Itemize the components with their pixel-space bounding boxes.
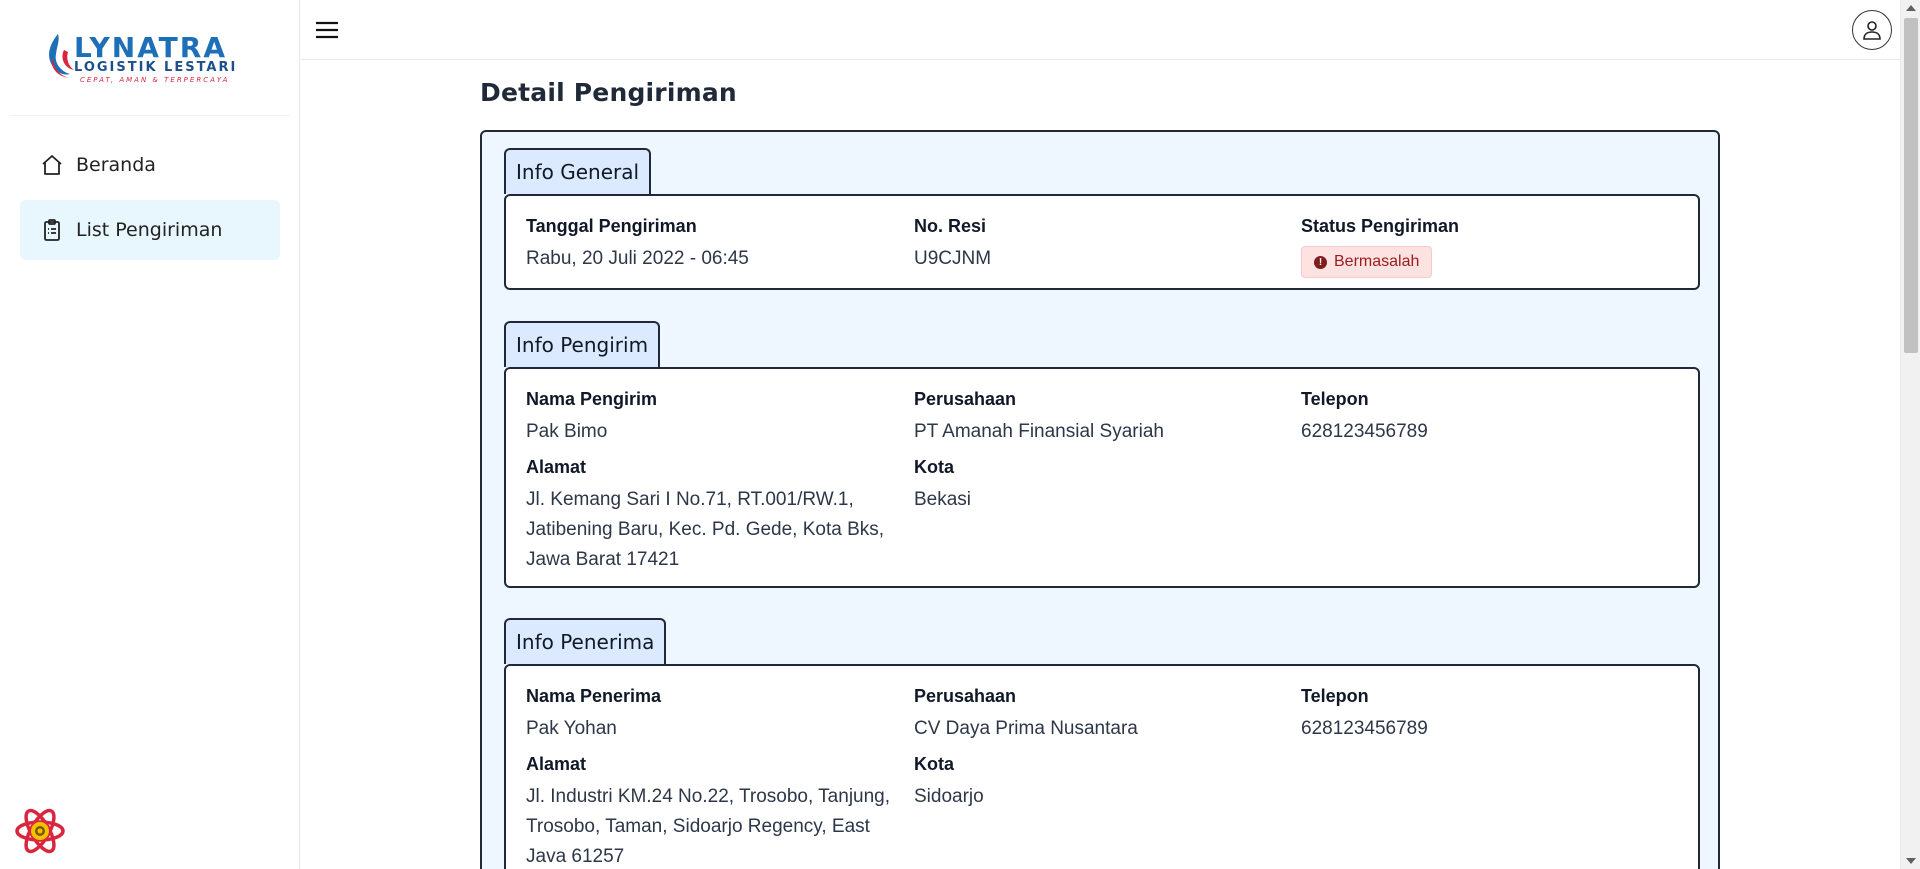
field-label: Nama Pengirim — [526, 389, 658, 409]
field-label: Kota — [914, 754, 954, 774]
react-devtools-icon[interactable] — [14, 805, 66, 857]
brand-name: LYNATRA — [74, 31, 228, 64]
field-label: No. Resi — [914, 216, 987, 236]
hamburger-menu-icon[interactable] — [313, 16, 341, 44]
sidebar-divider — [10, 115, 290, 116]
sidebar-item-list-pengiriman[interactable]: List Pengiriman — [20, 200, 280, 260]
info-general-box: Tanggal Pengiriman Rabu, 20 Juli 2022 - … — [504, 194, 1700, 290]
brand-subtitle: LOGISTIK LESTARI — [74, 60, 238, 75]
alamat-penerima-field: Alamat Jl. Industri KM.24 No.22, Trosobo… — [526, 752, 901, 869]
nama-penerima-field: Nama Penerima Pak Yohan — [526, 684, 661, 744]
field-value: 628123456789 — [1301, 421, 1428, 442]
field-value: Pak Bimo — [526, 421, 608, 442]
sidebar: LYNATRA LOGISTIK LESTARI CEPAT, AMAN & T… — [0, 0, 300, 869]
status-pengiriman-field: Status Pengiriman ! Bermasalah — [1301, 214, 1459, 278]
sidebar-item-label: List Pengiriman — [76, 219, 223, 241]
field-value: CV Daya Prima Nusantara — [914, 718, 1138, 739]
field-value: Sidoarjo — [914, 786, 984, 807]
shipment-detail-card: Info General Tanggal Pengiriman Rabu, 20… — [480, 130, 1720, 869]
field-label: Alamat — [526, 457, 587, 477]
field-value: PT Amanah Finansial Syariah — [914, 421, 1164, 442]
field-value: U9CJNM — [914, 248, 992, 269]
brand-logo[interactable]: LYNATRA LOGISTIK LESTARI CEPAT, AMAN & T… — [44, 28, 264, 88]
kota-pengirim-field: Kota Bekasi — [914, 455, 971, 515]
home-icon — [40, 153, 64, 177]
field-value: 628123456789 — [1301, 718, 1428, 739]
field-value: Pak Yohan — [526, 718, 617, 739]
tab-info-general: Info General — [504, 148, 652, 194]
status-badge-text: Bermasalah — [1334, 253, 1420, 270]
telepon-pengirim-field: Telepon 628123456789 — [1301, 387, 1428, 447]
field-value: Rabu, 20 Juli 2022 - 06:45 — [526, 248, 749, 269]
user-avatar-icon[interactable] — [1852, 10, 1892, 50]
alamat-pengirim-field: Alamat Jl. Kemang Sari I No.71, RT.001/R… — [526, 455, 901, 575]
field-label: Nama Penerima — [526, 686, 662, 706]
perusahaan-pengirim-field: Perusahaan PT Amanah Finansial Syariah — [914, 387, 1164, 447]
brand-tagline: CEPAT, AMAN & TERPERCAYA — [80, 76, 230, 84]
info-penerima-box: Nama Penerima Pak Yohan Perusahaan CV Da… — [504, 664, 1700, 869]
no-resi-field: No. Resi U9CJNM — [914, 214, 991, 274]
status-badge: ! Bermasalah — [1301, 246, 1433, 278]
alert-circle-icon: ! — [1314, 255, 1327, 269]
field-label: Telepon — [1301, 389, 1369, 409]
perusahaan-penerima-field: Perusahaan CV Daya Prima Nusantara — [914, 684, 1138, 744]
field-label: Kota — [914, 457, 954, 477]
field-label: Telepon — [1301, 686, 1369, 706]
tab-info-pengirim: Info Pengirim — [504, 321, 661, 367]
page-title: Detail Pengiriman — [480, 78, 737, 107]
info-pengirim-box: Nama Pengirim Pak Bimo Perusahaan PT Ama… — [504, 367, 1700, 588]
kota-penerima-field: Kota Sidoarjo — [914, 752, 984, 812]
field-label: Perusahaan — [914, 389, 1017, 409]
sidebar-item-label: Beranda — [76, 154, 156, 176]
vertical-scrollbar[interactable] — [1900, 0, 1920, 869]
field-value: Jl. Industri KM.24 No.22, Trosobo, Tanju… — [526, 786, 891, 867]
scrollbar-thumb[interactable] — [1904, 18, 1918, 353]
field-label: Status Pengiriman — [1301, 216, 1460, 236]
tab-info-penerima: Info Penerima — [504, 618, 667, 664]
field-value: Jl. Kemang Sari I No.71, RT.001/RW.1, Ja… — [526, 489, 885, 570]
field-label: Perusahaan — [914, 686, 1017, 706]
field-label: Alamat — [526, 754, 587, 774]
scroll-up-icon[interactable] — [1906, 5, 1916, 11]
telepon-penerima-field: Telepon 628123456789 — [1301, 684, 1428, 744]
clipboard-icon — [40, 218, 64, 242]
field-label: Tanggal Pengiriman — [526, 216, 697, 236]
nama-pengirim-field: Nama Pengirim Pak Bimo — [526, 387, 657, 447]
sidebar-item-beranda[interactable]: Beranda — [20, 135, 280, 195]
field-value: Bekasi — [914, 489, 972, 510]
tanggal-pengiriman-field: Tanggal Pengiriman Rabu, 20 Juli 2022 - … — [526, 214, 749, 274]
topbar — [301, 0, 1900, 60]
scroll-down-icon[interactable] — [1906, 858, 1916, 864]
